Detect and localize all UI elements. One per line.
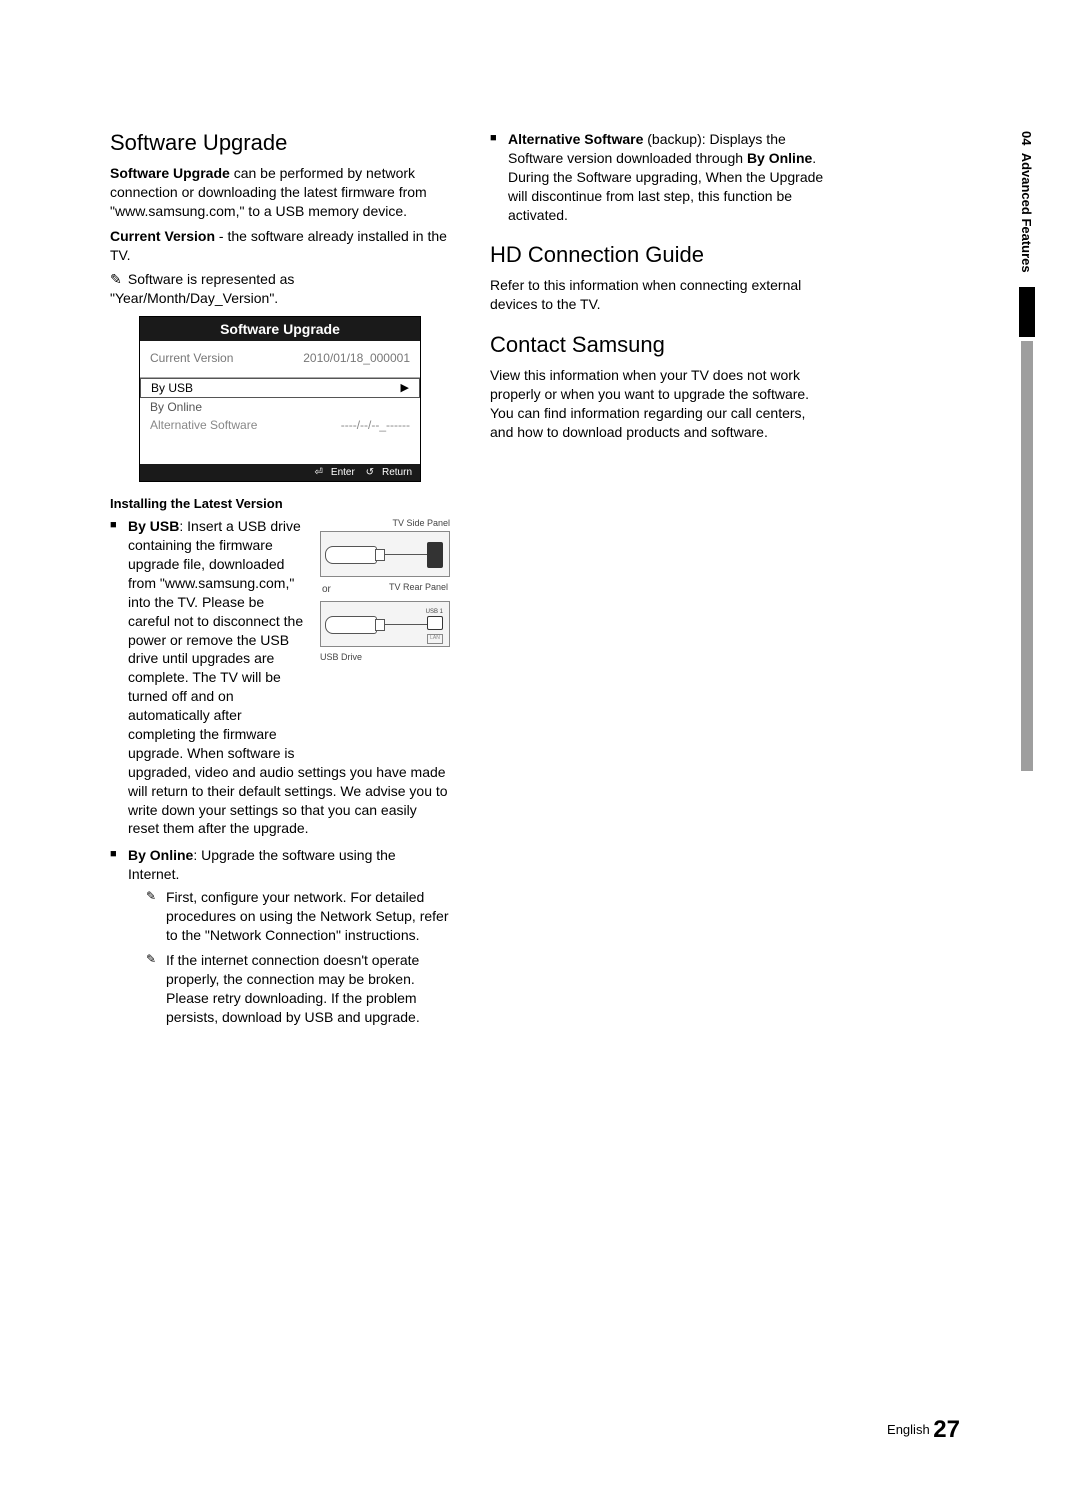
page-footer: English 27 [887, 1416, 960, 1444]
menu-current-version-label: Current Version [150, 351, 233, 365]
heading-software-upgrade: Software Upgrade [110, 130, 450, 156]
software-upgrade-bold: Software Upgrade [110, 165, 230, 181]
note-version-format: ✎ Software is represented as "Year/Month… [110, 270, 450, 308]
usb-tip-icon [375, 549, 385, 561]
current-version-bold: Current Version [110, 228, 215, 244]
enter-label[interactable]: Enter [331, 467, 355, 478]
footer-page-number: 27 [933, 1416, 960, 1443]
diagram-side-label: TV Side Panel [320, 517, 450, 529]
return-icon: ↺ [366, 467, 374, 478]
chapter-marker-grey [1021, 341, 1033, 771]
connection-line-icon [385, 624, 429, 625]
usb1-label: USB 1 [426, 608, 443, 616]
menu-current-version-value: 2010/01/18_000001 [303, 351, 410, 365]
software-upgrade-menu: Software Upgrade Current Version 2010/01… [139, 316, 421, 482]
footer-language: English [887, 1422, 930, 1437]
enter-icon: ⏎ [315, 467, 323, 478]
contact-samsung-text: View this information when your TV does … [490, 366, 830, 442]
hd-connection-text: Refer to this information when connectin… [490, 276, 830, 314]
menu-by-online[interactable]: By Online [150, 398, 410, 416]
menu-by-usb[interactable]: By USB ▶ [140, 378, 420, 398]
by-online-label: By Online [128, 847, 193, 863]
chapter-tab-label: 04 Advanced Features [1016, 125, 1037, 283]
usb-drive-icon [325, 546, 377, 564]
current-version-line: Current Version - the software already i… [110, 227, 450, 265]
software-upgrade-intro: Software Upgrade can be performed by net… [110, 164, 450, 221]
left-column: Software Upgrade Software Upgrade can be… [110, 130, 450, 1034]
by-usb-text-1: : Insert a USB drive containing the firm… [128, 518, 303, 761]
usb-port-icon [427, 616, 443, 630]
chapter-number: 04 [1019, 131, 1034, 145]
menu-alternative-software[interactable]: Alternative Software ----/--/--_------ [150, 416, 410, 434]
by-usb-text-2: upgraded, video and audio settings you h… [128, 764, 448, 837]
by-usb-label: By USB [128, 518, 179, 534]
bullet-by-usb: By USB: Insert a USB drive containing th… [110, 517, 450, 838]
diagram-drive-label: USB Drive [320, 651, 450, 663]
chapter-tab: 04 Advanced Features [1016, 125, 1038, 771]
heading-contact-samsung: Contact Samsung [490, 332, 830, 358]
menu-by-usb-label: By USB [151, 381, 193, 395]
play-icon: ▶ [401, 381, 409, 395]
usb-port-icon [427, 542, 443, 568]
lan-port-icon: LAN [427, 634, 443, 644]
menu-alt-label: Alternative Software [150, 418, 257, 432]
chapter-title: Advanced Features [1019, 153, 1034, 273]
chapter-marker-black [1019, 287, 1035, 337]
return-label[interactable]: Return [382, 467, 412, 478]
note-connection-broken: If the internet connection doesn't opera… [146, 951, 450, 1027]
diagram-side-panel [320, 531, 450, 577]
note-version-text: Software is represented as "Year/Month/D… [110, 271, 294, 306]
menu-body: Current Version 2010/01/18_000001 By USB… [140, 341, 420, 464]
menu-footer: ⏎ Enter ↺ Return [140, 464, 420, 481]
usb-diagram: TV Side Panel or TV Rear Panel [320, 517, 450, 663]
menu-alt-value: ----/--/--_------ [341, 418, 410, 432]
subhead-install-latest: Installing the Latest Version [110, 496, 450, 511]
menu-title: Software Upgrade [140, 317, 420, 341]
bullet-by-online: By Online: Upgrade the software using th… [110, 846, 450, 1026]
usb-tip-icon [375, 619, 385, 631]
diagram-or-label: or [322, 583, 331, 597]
heading-hd-connection: HD Connection Guide [490, 242, 830, 268]
diagram-rear-panel: USB 1 LAN [320, 601, 450, 647]
right-column: Alternative Software (backup): Displays … [490, 130, 830, 1034]
usb-drive-icon [325, 616, 377, 634]
connection-line-icon [385, 554, 429, 555]
alt-software-label: Alternative Software [508, 131, 643, 147]
note-configure-network: First, configure your network. For detai… [146, 888, 450, 945]
note-icon: ✎ [110, 270, 124, 289]
diagram-rear-label: TV Rear Panel [389, 581, 448, 599]
bullet-alternative-software: Alternative Software (backup): Displays … [490, 130, 830, 224]
by-online-bold: By Online [747, 150, 812, 166]
menu-current-version-row: Current Version 2010/01/18_000001 [150, 349, 410, 367]
